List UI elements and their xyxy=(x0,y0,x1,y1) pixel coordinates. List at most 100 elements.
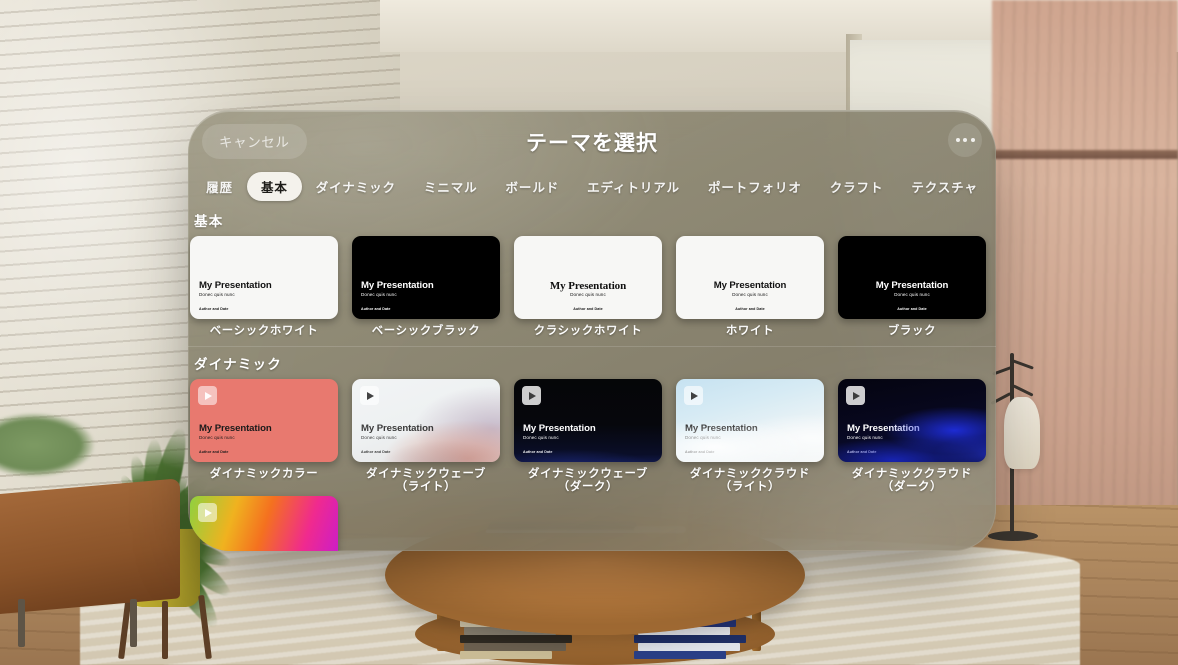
theme-card[interactable]: My Presentation Donec quis nunc Author and… xyxy=(676,379,824,494)
slide-title: My Presentation xyxy=(523,423,596,434)
slide-title: My Presentation xyxy=(199,280,272,291)
slide-footer: Author and Date xyxy=(847,450,877,454)
theme-label: ベーシックホワイト xyxy=(209,325,319,337)
slide-title: My Presentation xyxy=(875,280,949,291)
theme-thumbnail[interactable]: My Presentation Donec quis nunc Author and… xyxy=(352,379,500,462)
theme-thumbnail[interactable]: My Presentation Donec quis nunc Author and… xyxy=(676,379,824,462)
slide-footer: Author and Date xyxy=(685,450,715,454)
slide-footer: Author and Date xyxy=(199,307,229,311)
screen: キャンセル テーマを選択 履歴 基本 ダイナミック ミニマル ボールド エディトリアル ポー… xyxy=(0,0,1178,665)
book xyxy=(464,643,566,651)
theme-label: ダイナミックウェーブ （ライト） xyxy=(366,468,486,493)
slide-footer: Author and Date xyxy=(573,307,603,311)
animated-theme-play-icon xyxy=(360,386,379,405)
animated-theme-play-icon xyxy=(198,386,217,405)
theme-card[interactable]: My Presentation Donec quis nunc Author and… xyxy=(352,379,500,494)
slide-title: My Presentation xyxy=(685,423,758,434)
slide-title: My Presentation xyxy=(847,423,920,434)
section-heading: ダイナミック xyxy=(194,357,282,372)
slide-footer: Author and Date xyxy=(897,307,927,311)
slide-footer: Author and Date xyxy=(735,307,765,311)
animated-theme-play-icon xyxy=(522,386,541,405)
theme-card[interactable]: My Presentation Donec quis nunc Author and… xyxy=(514,236,662,338)
book xyxy=(634,651,726,659)
tab-1[interactable]: 基本 xyxy=(246,171,302,201)
animated-theme-play-icon xyxy=(198,503,217,522)
ellipsis-dot xyxy=(970,138,975,142)
section-divider xyxy=(188,346,996,347)
slide-subtitle: Donec quis nunc xyxy=(732,292,768,297)
ellipsis-dot xyxy=(955,138,960,142)
book xyxy=(460,635,572,643)
theme-label: ホワイト xyxy=(725,325,775,337)
ellipsis-dot xyxy=(963,138,967,142)
theme-thumbnail[interactable]: My Presentation Donec quis nunc Author and… xyxy=(352,236,500,319)
slide-footer: Author and Date xyxy=(361,307,391,311)
slide-title: My Presentation xyxy=(199,423,272,434)
slide-subtitle: Donec quis nunc xyxy=(847,435,883,440)
tab-4[interactable]: ボールド xyxy=(492,172,574,201)
section-heading: 基本 xyxy=(194,214,224,229)
tab-7[interactable]: クラフト xyxy=(816,172,898,201)
tab-0[interactable]: 履歴 xyxy=(192,172,247,201)
slide-subtitle: Donec quis nunc xyxy=(894,292,930,297)
theme-chooser-panel: キャンセル テーマを選択 履歴 基本 ダイナミック ミニマル ボールド エディトリアル ポー… xyxy=(188,110,996,551)
theme-card[interactable]: My Presentation Donec quis nunc Author and… xyxy=(352,236,500,338)
ellipsis-icon[interactable] xyxy=(948,123,982,157)
theme-label: ダイナミッククラウド （ダーク） xyxy=(851,468,973,493)
slide-subtitle: Donec quis nunc xyxy=(685,435,721,440)
tab-8[interactable]: テクスチャ xyxy=(897,172,992,201)
tab-2[interactable]: ダイナミック xyxy=(302,172,410,201)
slide-footer: Author and Date xyxy=(199,450,229,454)
theme-label: ブラック xyxy=(887,325,937,337)
tab-5[interactable]: エディトリアル xyxy=(573,172,694,201)
theme-thumbnail[interactable]: My Presentation Donec quis nunc Author and… xyxy=(190,379,338,462)
slide-title: My Presentation xyxy=(361,280,434,291)
theme-label: ベーシックブラック xyxy=(371,325,481,337)
theme-grid: My Presentation Donec quis nunc Author and… xyxy=(188,379,996,551)
book xyxy=(634,635,746,643)
theme-card[interactable]: My Presentation Donec quis nunc Author and… xyxy=(676,236,824,338)
credenza-legs xyxy=(10,597,160,647)
slide-subtitle: Donec quis nunc xyxy=(199,292,235,297)
book xyxy=(638,643,740,651)
theme-thumbnail[interactable]: My Presentation Donec quis nunc Author and… xyxy=(838,236,986,319)
animated-theme-play-icon xyxy=(846,386,865,405)
slide-footer: Author and Date xyxy=(523,450,553,454)
theme-label: クラシックホワイト xyxy=(533,325,643,337)
slide-subtitle: Donec quis nunc xyxy=(361,292,397,297)
theme-card[interactable]: My Presentation Donec quis nunc Author and… xyxy=(190,379,338,494)
theme-label: ダイナミックウェーブ （ダーク） xyxy=(528,468,648,493)
theme-grid: My Presentation Donec quis nunc Author and… xyxy=(188,236,996,338)
theme-thumbnail[interactable]: My Presentation Donec quis nunc Author and… xyxy=(838,379,986,462)
slide-subtitle: Donec quis nunc xyxy=(199,435,235,440)
theme-card[interactable]: My Presentation Donec quis nunc Author and… xyxy=(190,236,338,338)
book xyxy=(460,651,552,659)
theme-thumbnail[interactable]: My Presentation Donec quis nunc Author and… xyxy=(514,379,662,462)
theme-thumbnail[interactable]: My Presentation Donec quis nunc Author and… xyxy=(190,236,338,319)
theme-card[interactable]: MY PRESENTATION xyxy=(190,496,338,551)
slide-footer: Author and Date xyxy=(361,450,391,454)
slide-subtitle: Donec quis nunc xyxy=(523,435,559,440)
theme-card[interactable]: My Presentation Donec quis nunc Author and… xyxy=(838,379,986,494)
animated-theme-play-icon xyxy=(684,386,703,405)
slide-subtitle: Donec quis nunc xyxy=(361,435,397,440)
slide-subtitle: Donec quis nunc xyxy=(570,292,606,297)
slide-title: My Presentation xyxy=(361,423,434,434)
hanging-coat xyxy=(1004,397,1040,469)
wood-credenza xyxy=(0,478,180,616)
curtain-rod xyxy=(992,150,1178,159)
slide-title: My Presentation xyxy=(713,280,787,291)
theme-card[interactable]: My Presentation Donec quis nunc Author and… xyxy=(514,379,662,494)
theme-label: ダイナミックカラー xyxy=(209,468,319,480)
theme-card[interactable]: My Presentation Donec quis nunc Author and… xyxy=(838,236,986,338)
theme-scroll-content[interactable]: 基本 My Presentation Donec quis nunc Author a… xyxy=(188,204,996,551)
theme-thumbnail[interactable]: MY PRESENTATION xyxy=(190,496,338,551)
tab-6[interactable]: ポートフォリオ xyxy=(694,172,816,201)
category-tab-bar: 履歴 基本 ダイナミック ミニマル ボールド エディトリアル ポートフォリオ クラフト テクスチ… xyxy=(188,170,996,202)
theme-thumbnail[interactable]: My Presentation Donec quis nunc Author and… xyxy=(676,236,824,319)
theme-thumbnail[interactable]: My Presentation Donec quis nunc Author and… xyxy=(514,236,662,319)
panel-header: キャンセル テーマを選択 xyxy=(188,110,996,170)
tab-3[interactable]: ミニマル xyxy=(410,172,492,201)
theme-label: ダイナミッククラウド （ライト） xyxy=(689,468,811,493)
